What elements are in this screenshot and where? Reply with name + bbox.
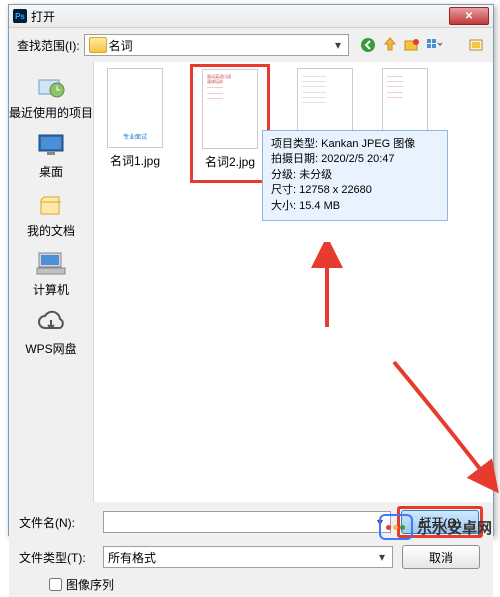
file-tooltip: 项目类型: Kankan JPEG 图像 拍摄日期: 2020/2/5 20:4… [262, 130, 448, 221]
file-name: 名词1.jpg [100, 152, 170, 169]
filetype-row: 文件类型(T): 所有格式 ▾ 取消 [19, 544, 483, 570]
new-folder-icon[interactable] [403, 36, 421, 54]
place-documents[interactable]: 我的文档 [9, 184, 93, 243]
tooltip-type-value: Kankan JPEG 图像 [321, 138, 415, 150]
window-title: 打开 [31, 8, 449, 25]
thumbnail-icon: 面试英语口语速成培训———————————— [202, 69, 258, 149]
thumbnail-icon: 名词 专业面试 [107, 68, 163, 148]
folder-icon [89, 37, 107, 53]
tooltip-size-label: 尺寸: [271, 184, 296, 196]
filetype-value: 所有格式 [108, 549, 156, 566]
lookin-row: 查找范围(I): 名词 ▾ [9, 28, 493, 62]
place-computer[interactable]: 计算机 [9, 243, 93, 302]
tooltip-size-value: 12758 x 22680 [299, 184, 372, 196]
selection-highlight: 面试英语口语速成培训———————————— 名词2.jpg [190, 64, 270, 183]
filetype-label: 文件类型(T): [19, 549, 97, 566]
toolbar-icons [359, 36, 485, 54]
computer-icon [35, 247, 67, 279]
lookin-label: 查找范围(I): [17, 37, 80, 54]
tooltip-rating-label: 分级: [271, 169, 296, 181]
file-item-selected[interactable]: 面试英语口语速成培训———————————— 名词2.jpg [195, 69, 265, 170]
sequence-row: 图像序列 [19, 576, 483, 593]
watermark-logo [379, 514, 413, 540]
dot-icon [386, 525, 391, 530]
annotation-arrow [384, 352, 500, 502]
places-bar: 最近使用的项目 桌面 我的文档 计算机 WPS网盘 [9, 62, 94, 502]
thumb-title: 名词 [132, 73, 138, 77]
extras-icon[interactable] [467, 36, 485, 54]
back-icon[interactable] [359, 36, 377, 54]
tooltip-date-value: 2020/2/5 20:47 [321, 153, 394, 165]
dot-icon [393, 525, 398, 530]
titlebar: Ps 打开 ✕ [9, 5, 493, 28]
place-label: 计算机 [9, 281, 93, 298]
tooltip-rating-value: 未分级 [299, 169, 332, 181]
image-sequence-checkbox[interactable] [49, 578, 62, 591]
close-button[interactable]: ✕ [449, 7, 489, 25]
cancel-button[interactable]: 取消 [402, 545, 480, 569]
chevron-down-icon: ▾ [330, 37, 346, 53]
chevron-down-icon: ▾ [374, 549, 390, 565]
open-dialog: Ps 打开 ✕ 查找范围(I): 名词 ▾ 最近使用的项目 [8, 4, 494, 536]
filetype-dropdown[interactable]: 所有格式 ▾ [103, 546, 393, 568]
photoshop-icon: Ps [13, 9, 27, 23]
dot-icon [400, 525, 405, 530]
tooltip-type-label: 项目类型: [271, 138, 318, 150]
place-desktop[interactable]: 桌面 [9, 125, 93, 184]
place-label: 我的文档 [9, 222, 93, 239]
desktop-icon [35, 129, 67, 161]
place-label: 最近使用的项目 [9, 104, 93, 121]
close-icon: ✕ [465, 11, 473, 22]
view-menu-icon[interactable] [425, 36, 443, 54]
up-icon[interactable] [381, 36, 399, 54]
dialog-body: 最近使用的项目 桌面 我的文档 计算机 WPS网盘 [9, 62, 493, 502]
file-name: 名词2.jpg [195, 153, 265, 170]
file-item[interactable]: 名词 专业面试 名词1.jpg [100, 68, 170, 183]
lookin-value: 名词 [109, 37, 133, 54]
tooltip-filesize-value: 15.4 MB [299, 200, 340, 212]
thumb-bar: 专业面试 [121, 134, 149, 143]
recent-icon [35, 70, 67, 102]
cloud-icon [35, 306, 67, 338]
file-pane[interactable]: 名词 专业面试 名词1.jpg 面试英语口语速成培训———————————— 名… [94, 62, 493, 502]
annotation-arrow [307, 242, 347, 332]
watermark-text: 乐水安卓网 [417, 517, 492, 538]
place-label: 桌面 [9, 163, 93, 180]
filename-input[interactable]: ▾ [103, 511, 391, 533]
place-wps[interactable]: WPS网盘 [9, 302, 93, 361]
tooltip-date-label: 拍摄日期: [271, 153, 318, 165]
filename-label: 文件名(N): [19, 514, 97, 531]
watermark: 乐水安卓网 [379, 514, 492, 540]
sequence-label: 图像序列 [66, 576, 114, 593]
place-recent[interactable]: 最近使用的项目 [9, 66, 93, 125]
tooltip-filesize-label: 大小: [271, 200, 296, 212]
place-label: WPS网盘 [9, 340, 93, 357]
lookin-dropdown[interactable]: 名词 ▾ [84, 34, 349, 56]
documents-icon [35, 188, 67, 220]
